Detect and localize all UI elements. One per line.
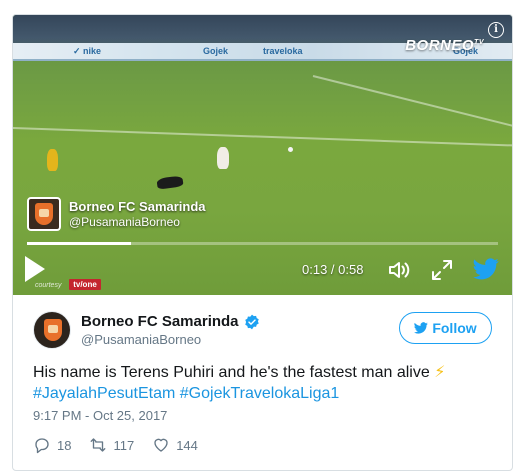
hashtag-link[interactable]: #GojekTravelokaLiga1 [180,385,340,402]
video-player[interactable]: ✓ nike Gojek traveloka Gojek BORNEOTV i … [13,15,512,295]
video-progress-fill [27,242,131,245]
author-handle[interactable]: @PusamaniaBorneo [81,331,260,348]
embedded-tweet-card: ✓ nike Gojek traveloka Gojek BORNEOTV i … [12,14,513,471]
tvone-logo: tv/one [69,279,101,290]
fullscreen-icon[interactable] [430,258,454,282]
retweet-icon [91,438,106,452]
twitter-bird-icon [414,322,429,334]
video-channel-overlay: Borneo FC Samarinda @PusamaniaBorneo [27,197,206,231]
reply-button[interactable]: 18 [33,436,71,454]
follow-button[interactable]: Follow [399,312,492,344]
author-display-name[interactable]: Borneo FC Samarinda [81,312,239,331]
courtesy-label: courtesy [35,282,62,289]
ball [288,147,293,152]
tweet-text-body: His name is Terens Puhiri and he's the f… [33,364,430,381]
info-icon[interactable]: i [488,22,504,38]
avatar[interactable] [33,311,71,349]
verified-badge-icon [244,314,259,329]
tweet-text: His name is Terens Puhiri and he's the f… [33,362,493,404]
lightning-emoji: ⚡ [434,364,446,381]
tweet-author[interactable]: Borneo FC Samarinda @PusamaniaBorneo [33,311,260,349]
pitch-line [13,127,512,148]
heart-icon [154,438,168,452]
retweet-button[interactable]: 117 [89,436,134,454]
tweet-timestamp[interactable]: 9:17 PM - Oct 25, 2017 [33,408,167,423]
video-progress-bar[interactable] [27,242,498,245]
player-figure [47,149,58,171]
reply-count: 18 [57,437,72,453]
channel-watermark: BORNEOTV [405,37,484,54]
channel-avatar [27,197,61,231]
like-count: 144 [176,437,198,453]
video-controls: courtesy tv/one 0:13 / 0:58 [13,247,512,295]
tweet-body: Borneo FC Samarinda @PusamaniaBorneo Fol… [13,295,512,470]
channel-handle: @PusamaniaBorneo [69,214,180,229]
player-figure [217,147,229,169]
goalkeeper-figure [156,175,184,190]
retweet-count: 117 [113,437,135,453]
follow-label: Follow [432,320,477,336]
reply-icon [35,438,49,454]
pitch-line [312,75,512,140]
like-button[interactable]: 144 [152,436,198,454]
volume-icon[interactable] [387,258,411,282]
tweet-actions: 18 117 144 [33,436,216,454]
hashtag-link[interactable]: #JayalahPesutEtam [33,385,175,402]
twitter-bird-icon[interactable] [473,256,499,282]
play-icon[interactable] [25,256,45,282]
video-time: 0:13 / 0:58 [302,262,364,277]
channel-name: Borneo FC Samarinda [69,198,206,214]
